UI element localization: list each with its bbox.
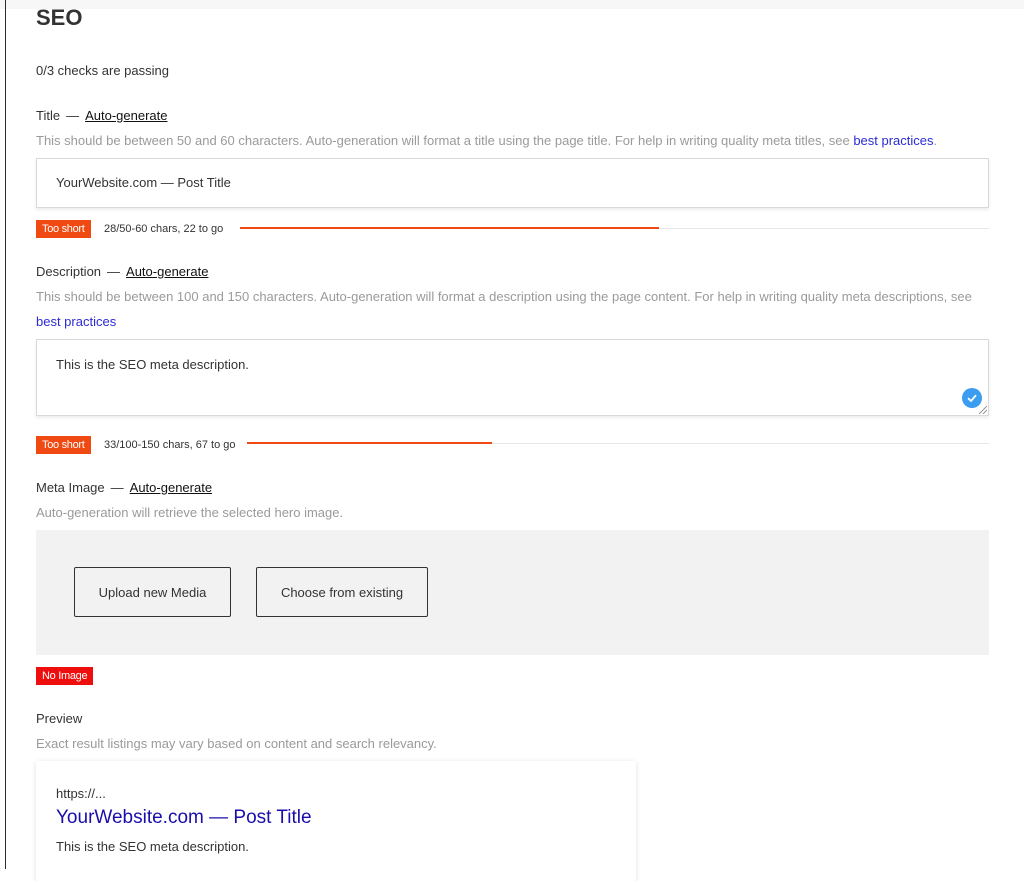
description-best-practices-link[interactable]: best practices bbox=[36, 314, 116, 329]
description-label-row: Description — Auto-generate bbox=[36, 264, 208, 279]
title-best-practices-link[interactable]: best practices bbox=[853, 133, 933, 148]
search-preview-card: https://... YourWebsite.com — Post Title… bbox=[36, 761, 636, 881]
title-length-meter bbox=[240, 227, 989, 229]
meta-image-label-row: Meta Image — Auto-generate bbox=[36, 480, 212, 495]
title-auto-generate-link[interactable]: Auto-generate bbox=[85, 108, 167, 123]
meta-image-help: Auto-generation will retrieve the select… bbox=[36, 505, 344, 520]
title-length-text: 28/50-60 chars, 22 to go bbox=[104, 223, 224, 235]
title-length-badge: Too short bbox=[36, 220, 91, 238]
meta-image-label: Meta Image bbox=[36, 480, 105, 495]
description-length-meter bbox=[247, 442, 989, 444]
description-dash: — bbox=[107, 264, 121, 279]
meta-image-dash: — bbox=[110, 480, 124, 495]
description-value: This is the SEO meta description. bbox=[56, 357, 249, 372]
media-upload-area: Upload new Media Choose from existing bbox=[36, 530, 989, 655]
description-auto-generate-link[interactable]: Auto-generate bbox=[126, 264, 208, 279]
no-image-badge: No Image bbox=[36, 667, 94, 685]
preview-description: This is the SEO meta description. bbox=[56, 839, 249, 854]
preview-label: Preview bbox=[36, 711, 83, 726]
meta-image-auto-generate-link[interactable]: Auto-generate bbox=[130, 480, 212, 495]
title-help: This should be between 50 and 60 charact… bbox=[36, 128, 989, 153]
left-border bbox=[5, 0, 6, 869]
upload-media-button[interactable]: Upload new Media bbox=[74, 567, 231, 617]
description-length-badge: Too short bbox=[36, 436, 91, 454]
title-label: Title bbox=[36, 108, 61, 123]
description-label: Description bbox=[36, 264, 102, 279]
title-dash: — bbox=[66, 108, 80, 123]
description-length-meter-fill bbox=[247, 442, 492, 444]
title-help-text: This should be between 50 and 60 charact… bbox=[36, 133, 850, 148]
section-heading: SEO bbox=[36, 5, 83, 30]
title-input[interactable]: YourWebsite.com — Post Title bbox=[36, 158, 989, 208]
check-circle-icon bbox=[962, 388, 982, 408]
preview-title: YourWebsite.com — Post Title bbox=[56, 807, 312, 828]
description-help-text: This should be between 100 and 150 chara… bbox=[36, 289, 972, 304]
title-label-row: Title — Auto-generate bbox=[36, 108, 167, 123]
checks-status: 0/3 checks are passing bbox=[36, 63, 169, 78]
top-strip bbox=[0, 0, 1024, 9]
description-help: This should be between 100 and 150 chara… bbox=[36, 284, 989, 334]
title-length-meter-fill bbox=[240, 227, 660, 229]
description-length-text: 33/100-150 chars, 67 to go bbox=[104, 439, 236, 451]
resize-handle-icon[interactable] bbox=[979, 406, 987, 414]
preview-help: Exact result listings may vary based on … bbox=[36, 736, 437, 751]
title-help-suffix: . bbox=[933, 133, 938, 148]
description-textarea[interactable]: This is the SEO meta description. bbox=[36, 339, 989, 416]
preview-url: https://... bbox=[56, 786, 106, 801]
choose-existing-button[interactable]: Choose from existing bbox=[256, 567, 428, 617]
